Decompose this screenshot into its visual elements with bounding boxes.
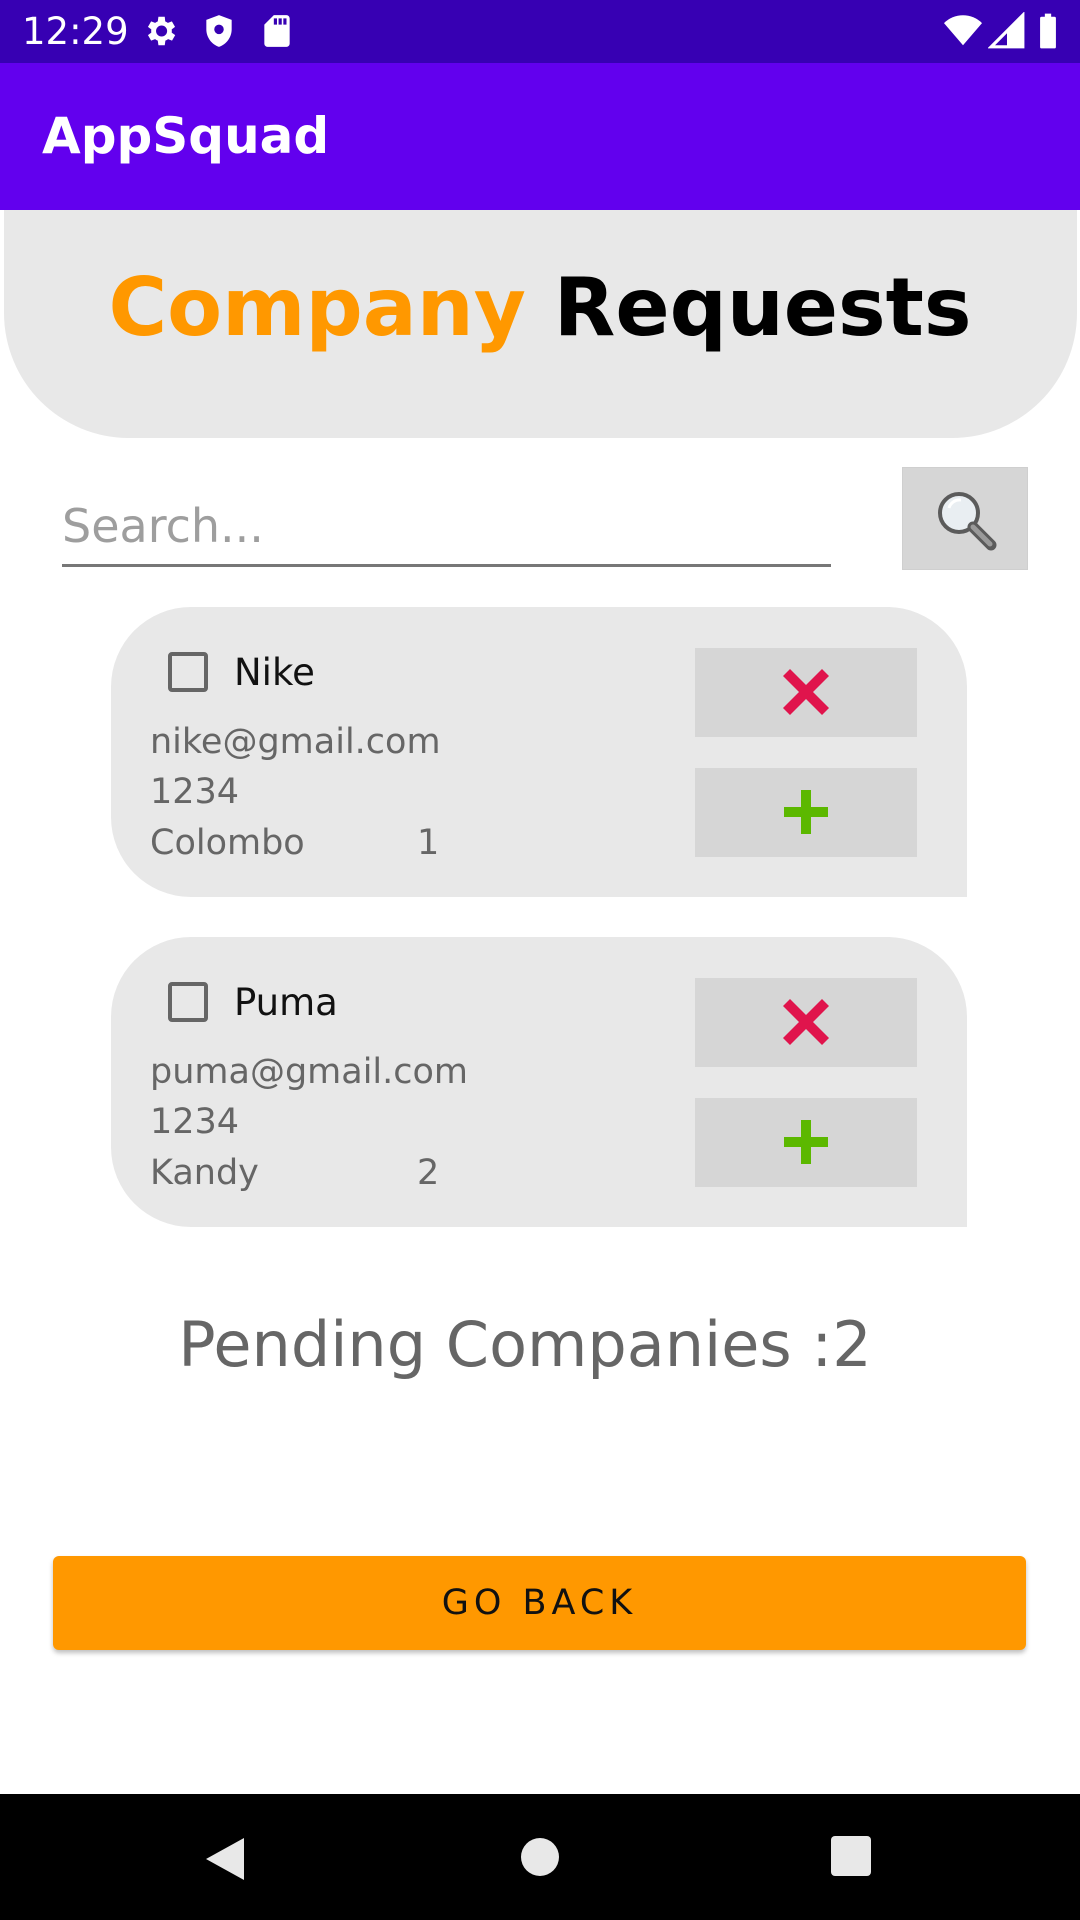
page-title: Company Requests	[0, 253, 1080, 363]
company-email: nike@gmail.com	[150, 722, 441, 762]
company-city: Colombo	[150, 823, 305, 863]
reject-button[interactable]	[695, 978, 917, 1067]
status-bar: 12:29	[0, 0, 1080, 63]
magnifier-icon	[931, 486, 1001, 558]
go-back-button[interactable]: GO BACK	[53, 1556, 1026, 1650]
status-time: 12:29	[22, 10, 129, 53]
signal-icon	[987, 11, 1026, 50]
select-checkbox[interactable]	[168, 652, 208, 692]
reject-button[interactable]	[695, 648, 917, 737]
battery-icon	[1037, 12, 1075, 50]
wifi-icon	[943, 12, 982, 50]
back-icon[interactable]	[200, 1834, 250, 1888]
select-checkbox[interactable]	[168, 982, 208, 1022]
search-input[interactable]	[62, 488, 831, 567]
company-phone: 1234	[150, 1102, 240, 1142]
navigation-bar	[0, 1794, 1080, 1920]
company-name: Nike	[234, 651, 315, 694]
request-card: Nike nike@gmail.com 1234 Colombo 1	[111, 607, 967, 897]
title-requests: Requests	[553, 261, 972, 354]
shield-icon	[200, 12, 238, 50]
company-id: 1	[417, 823, 440, 863]
search-button[interactable]	[902, 467, 1028, 570]
company-id: 2	[417, 1153, 440, 1193]
company-city: Kandy	[150, 1153, 259, 1193]
company-email: puma@gmail.com	[150, 1052, 469, 1092]
title-company: Company	[108, 261, 526, 354]
company-phone: 1234	[150, 772, 240, 812]
company-name: Puma	[234, 981, 338, 1024]
request-card: Puma puma@gmail.com 1234 Kandy 2	[111, 937, 967, 1227]
recents-icon[interactable]	[830, 1835, 872, 1881]
app-bar: AppSquad	[0, 63, 1080, 210]
app-title: AppSquad	[42, 107, 330, 165]
home-icon[interactable]	[517, 1834, 563, 1884]
gear-icon	[141, 12, 179, 50]
approve-button[interactable]	[695, 768, 917, 857]
pending-count: Pending Companies :2	[178, 1308, 872, 1381]
approve-button[interactable]	[695, 1098, 917, 1187]
sd-card-icon	[258, 12, 296, 50]
